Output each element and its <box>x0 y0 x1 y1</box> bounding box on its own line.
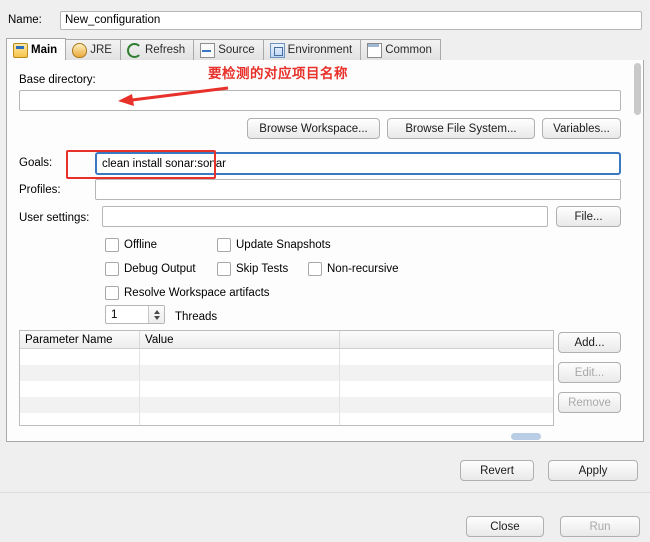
close-button[interactable]: Close <box>466 516 544 537</box>
tab-refresh-label: Refresh <box>144 44 186 56</box>
checkbox-label-non-recursive: Non-recursive <box>327 263 399 275</box>
table-cell <box>340 349 553 365</box>
name-label: Name: <box>8 14 42 26</box>
table-header-row: Parameter Name Value <box>20 331 553 349</box>
user-settings-file-button[interactable]: File... <box>556 206 621 227</box>
refresh-arrow-icon <box>126 42 142 58</box>
checkbox-box-offline[interactable] <box>105 238 119 252</box>
table-cell <box>340 365 553 381</box>
source-folder-icon <box>200 42 216 58</box>
table-cell <box>140 397 340 413</box>
name-input[interactable]: New_configuration <box>60 10 642 30</box>
checkbox-label-debug-output: Debug Output <box>124 263 196 275</box>
variables-button[interactable]: Variables... <box>542 118 621 139</box>
checkbox-box-update-snapshots[interactable] <box>217 238 231 252</box>
table-row[interactable] <box>20 365 553 381</box>
table-cell <box>140 365 340 381</box>
checkbox-box-debug-output[interactable] <box>105 262 119 276</box>
checkbox-non-recursive[interactable]: Non-recursive <box>308 262 399 276</box>
checkbox-skip-tests[interactable]: Skip Tests <box>217 262 288 276</box>
tab-bar: Main JRE Refresh Source Environment Comm… <box>6 38 644 61</box>
horizontal-scrollbar-thumb[interactable] <box>511 433 541 440</box>
user-settings-label: User settings: <box>19 212 90 224</box>
checkbox-box-non-recursive[interactable] <box>308 262 322 276</box>
table-cell <box>20 413 140 425</box>
apply-button[interactable]: Apply <box>548 460 638 481</box>
table-cell <box>20 349 140 365</box>
tab-main[interactable]: Main <box>6 38 67 61</box>
wrench-main-icon <box>13 42 28 58</box>
table-header-value[interactable]: Value <box>140 331 340 348</box>
checkbox-label-skip-tests: Skip Tests <box>236 263 289 275</box>
vertical-scrollbar[interactable] <box>633 62 642 434</box>
run-button: Run <box>560 516 640 537</box>
threads-value[interactable]: 1 <box>106 309 117 321</box>
tab-main-label: Main <box>31 44 58 56</box>
table-cell <box>140 413 340 425</box>
threads-label: Threads <box>175 311 218 323</box>
annotation-callout-text: 要检测的对应项目名称 <box>208 66 348 81</box>
parameters-table[interactable]: Parameter Name Value <box>19 330 554 426</box>
base-directory-label: Base directory: <box>19 74 96 86</box>
revert-button[interactable]: Revert <box>460 460 534 481</box>
environment-icon <box>269 42 285 58</box>
chevron-up-icon[interactable] <box>153 309 160 314</box>
common-sheet-icon <box>367 42 383 58</box>
browse-workspace-button[interactable]: Browse Workspace... <box>247 118 380 139</box>
checkbox-update-snapshots[interactable]: Update Snapshots <box>217 238 331 252</box>
tab-common[interactable]: Common <box>361 39 441 60</box>
chevron-down-icon[interactable] <box>153 315 160 320</box>
annotation-highlight-rectangle <box>66 150 216 179</box>
table-row[interactable] <box>20 349 553 365</box>
checkbox-box-resolve-workspace-artifacts[interactable] <box>105 286 119 300</box>
tab-environment[interactable]: Environment <box>263 39 362 60</box>
tab-jre-label: JRE <box>90 44 112 56</box>
tab-environment-label: Environment <box>287 44 353 56</box>
profiles-label: Profiles: <box>19 184 61 196</box>
table-cell <box>20 381 140 397</box>
remove-parameter-button: Remove <box>558 392 621 413</box>
java-jre-icon <box>72 42 88 58</box>
table-cell <box>140 349 340 365</box>
table-row[interactable] <box>20 381 553 397</box>
add-parameter-button[interactable]: Add... <box>558 332 621 353</box>
threads-stepper-arrows[interactable] <box>148 306 164 323</box>
main-tab-panel: Base directory: Browse Workspace... Brow… <box>6 60 644 442</box>
goals-label: Goals: <box>19 157 53 169</box>
browse-file-system-button[interactable]: Browse File System... <box>387 118 535 139</box>
table-cell <box>140 381 340 397</box>
table-cell <box>340 397 553 413</box>
name-row: Name: New_configuration <box>0 8 650 32</box>
table-cell <box>340 413 553 425</box>
edit-parameter-button: Edit... <box>558 362 621 383</box>
checkbox-offline[interactable]: Offline <box>105 238 157 252</box>
profiles-input[interactable] <box>95 179 621 200</box>
footer-divider <box>0 492 650 493</box>
checkbox-label-resolve-workspace-artifacts: Resolve Workspace artifacts <box>124 287 270 299</box>
tab-jre[interactable]: JRE <box>66 39 121 60</box>
checkbox-label-offline: Offline <box>124 239 158 251</box>
horizontal-scrollbar[interactable] <box>15 432 619 440</box>
user-settings-input[interactable] <box>102 206 548 227</box>
threads-stepper[interactable]: 1 <box>105 305 165 324</box>
tab-source-label: Source <box>218 44 255 56</box>
tab-common-label: Common <box>385 44 432 56</box>
table-cell <box>20 397 140 413</box>
table-cell <box>20 365 140 381</box>
table-header-blank[interactable] <box>340 331 553 348</box>
tab-source[interactable]: Source <box>194 39 264 60</box>
checkbox-label-update-snapshots: Update Snapshots <box>236 239 331 251</box>
tab-refresh[interactable]: Refresh <box>120 39 195 60</box>
checkbox-resolve-workspace-artifacts[interactable]: Resolve Workspace artifacts <box>105 286 270 300</box>
table-header-parameter-name[interactable]: Parameter Name <box>20 331 140 348</box>
table-row[interactable] <box>20 397 553 413</box>
checkbox-box-skip-tests[interactable] <box>217 262 231 276</box>
checkbox-debug-output[interactable]: Debug Output <box>105 262 196 276</box>
annotation-arrow-icon <box>118 86 229 106</box>
table-row[interactable] <box>20 413 553 425</box>
vertical-scrollbar-thumb[interactable] <box>634 63 641 115</box>
table-cell <box>340 381 553 397</box>
